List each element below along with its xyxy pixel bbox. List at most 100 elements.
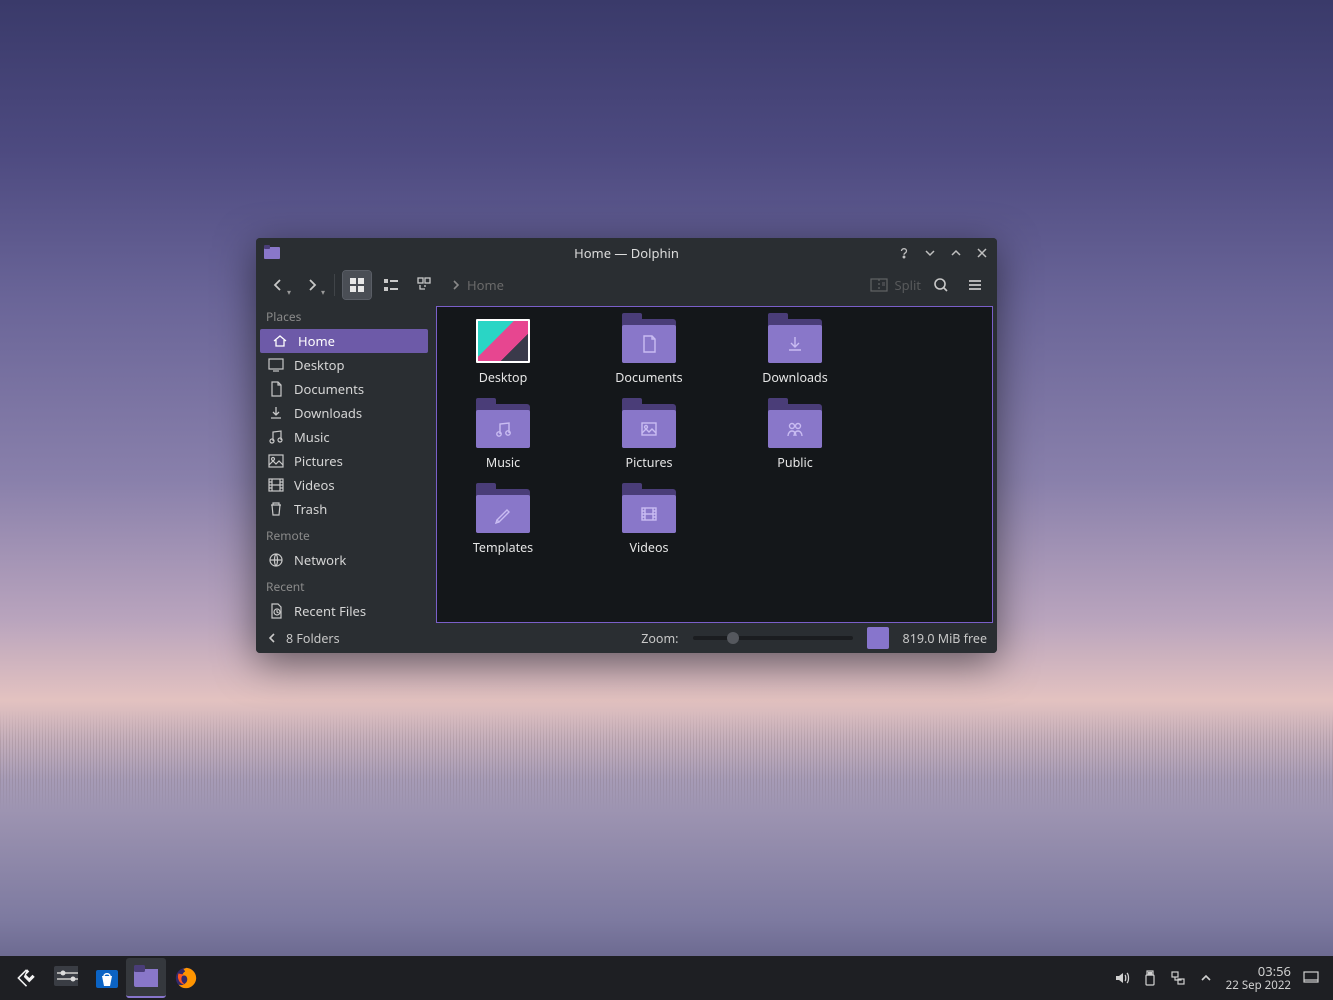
pictures-icon <box>268 453 284 469</box>
task-firefox[interactable] <box>166 958 206 998</box>
sidebar-item-trash[interactable]: Trash <box>256 497 432 521</box>
icon-view-button[interactable] <box>343 271 371 299</box>
statusbar: 8 Folders Zoom: 819.0 MiB free <box>256 623 997 653</box>
disk-usage-swatch[interactable] <box>867 627 889 649</box>
folder-label: Music <box>486 454 520 471</box>
downloads-icon <box>268 405 284 421</box>
app-folder-icon <box>264 245 280 259</box>
clock-date: 22 Sep 2022 <box>1226 979 1291 992</box>
dolphin-task-icon <box>134 965 158 989</box>
folder-documents[interactable]: Documents <box>599 319 699 386</box>
sidebar-item-home[interactable]: Home <box>260 329 428 353</box>
sidebar-label: Music <box>294 428 330 446</box>
videos-icon <box>268 477 284 493</box>
folder-label: Downloads <box>762 369 827 386</box>
folder-label: Public <box>777 454 812 471</box>
sidebar-item-downloads[interactable]: Downloads <box>256 401 432 425</box>
sidebar-item-recent-files[interactable]: Recent Files <box>256 599 432 623</box>
folder-icon <box>476 404 530 448</box>
show-desktop-button[interactable] <box>1303 970 1319 986</box>
sidebar-item-desktop[interactable]: Desktop <box>256 353 432 377</box>
folder-icon <box>476 489 530 533</box>
volume-icon[interactable] <box>1114 970 1130 986</box>
system-settings-icon <box>54 966 78 990</box>
sidebar-item-pictures[interactable]: Pictures <box>256 449 432 473</box>
folder-icon <box>622 319 676 363</box>
sidebar-header-places: Places <box>256 302 432 329</box>
folder-label: Pictures <box>626 454 673 471</box>
sidebar-label: Desktop <box>294 356 345 374</box>
compact-view-button[interactable] <box>377 271 405 299</box>
clock[interactable]: 03:56 22 Sep 2022 <box>1226 964 1291 992</box>
usb-icon[interactable] <box>1142 970 1158 986</box>
folder-pictures[interactable]: Pictures <box>599 404 699 471</box>
window-title: Home — Dolphin <box>574 244 679 262</box>
task-dolphin[interactable] <box>126 958 166 998</box>
sidebar-header-remote: Remote <box>256 521 432 548</box>
folder-label: Desktop <box>479 369 528 386</box>
split-label: Split <box>894 276 921 294</box>
sidebar-item-network[interactable]: Network <box>256 548 432 572</box>
application-launcher-button[interactable] <box>6 958 46 998</box>
desktop-thumb-icon <box>476 319 530 363</box>
trash-icon <box>268 501 284 517</box>
kde-logo-icon <box>14 966 38 990</box>
system-tray: 03:56 22 Sep 2022 <box>1114 964 1327 992</box>
sidebar-item-documents[interactable]: Documents <box>256 377 432 401</box>
forward-button[interactable]: ▾ <box>298 271 326 299</box>
folder-label: Videos <box>629 539 668 556</box>
sidebar-label: Trash <box>294 500 327 518</box>
firefox-icon <box>174 966 198 990</box>
folder-music[interactable]: Music <box>453 404 553 471</box>
folder-label: Templates <box>473 539 533 556</box>
task-discover[interactable] <box>86 958 126 998</box>
task-system-settings[interactable] <box>46 958 86 998</box>
sidebar-item-music[interactable]: Music <box>256 425 432 449</box>
places-sidebar[interactable]: Places Home Desktop Documents Downloads … <box>256 302 432 623</box>
sidebar-label: Downloads <box>294 404 362 422</box>
titlebar[interactable]: Home — Dolphin <box>256 238 997 268</box>
minimize-button[interactable] <box>921 244 939 262</box>
dolphin-window: Home — Dolphin ▾ ▾ Home <box>256 238 997 653</box>
details-view-button[interactable] <box>411 271 439 299</box>
network-tray-icon[interactable] <box>1170 970 1186 986</box>
maximize-button[interactable] <box>947 244 965 262</box>
back-button[interactable]: ▾ <box>264 271 292 299</box>
close-button[interactable] <box>973 244 991 262</box>
home-icon <box>272 333 288 349</box>
sidebar-label: Videos <box>294 476 335 494</box>
folder-icon <box>768 319 822 363</box>
breadcrumb[interactable]: Home <box>445 276 504 294</box>
recent-files-icon <box>268 603 284 619</box>
folder-view[interactable]: Desktop Documents Downloads Music Pictur… <box>436 306 993 623</box>
folder-desktop[interactable]: Desktop <box>453 319 553 386</box>
search-icon <box>933 277 949 293</box>
toolbar: ▾ ▾ Home Split <box>256 268 997 302</box>
folder-templates[interactable]: Templates <box>453 489 553 556</box>
sidebar-item-videos[interactable]: Videos <box>256 473 432 497</box>
search-button[interactable] <box>927 271 955 299</box>
documents-icon <box>268 381 284 397</box>
folder-label: Documents <box>615 369 682 386</box>
hamburger-menu-button[interactable] <box>961 271 989 299</box>
desktop-icon <box>268 357 284 373</box>
tray-expand-icon[interactable] <box>1198 970 1214 986</box>
zoom-slider[interactable] <box>693 636 853 640</box>
taskbar: 03:56 22 Sep 2022 <box>0 956 1333 1000</box>
breadcrumb-home[interactable]: Home <box>467 276 504 294</box>
status-folder-count: 8 Folders <box>286 630 340 647</box>
sidebar-label: Recent Files <box>294 602 366 620</box>
folder-downloads[interactable]: Downloads <box>745 319 845 386</box>
folder-public[interactable]: Public <box>745 404 845 471</box>
split-view-button[interactable]: Split <box>870 276 921 294</box>
folder-icon <box>622 404 676 448</box>
zoom-thumb[interactable] <box>727 632 739 644</box>
separator <box>334 274 335 296</box>
sidebar-label: Documents <box>294 380 364 398</box>
collapse-sidebar-button[interactable] <box>266 632 278 644</box>
music-icon <box>268 429 284 445</box>
help-button[interactable] <box>895 244 913 262</box>
folder-videos[interactable]: Videos <box>599 489 699 556</box>
sidebar-label: Network <box>294 551 346 569</box>
discover-icon <box>94 966 118 990</box>
